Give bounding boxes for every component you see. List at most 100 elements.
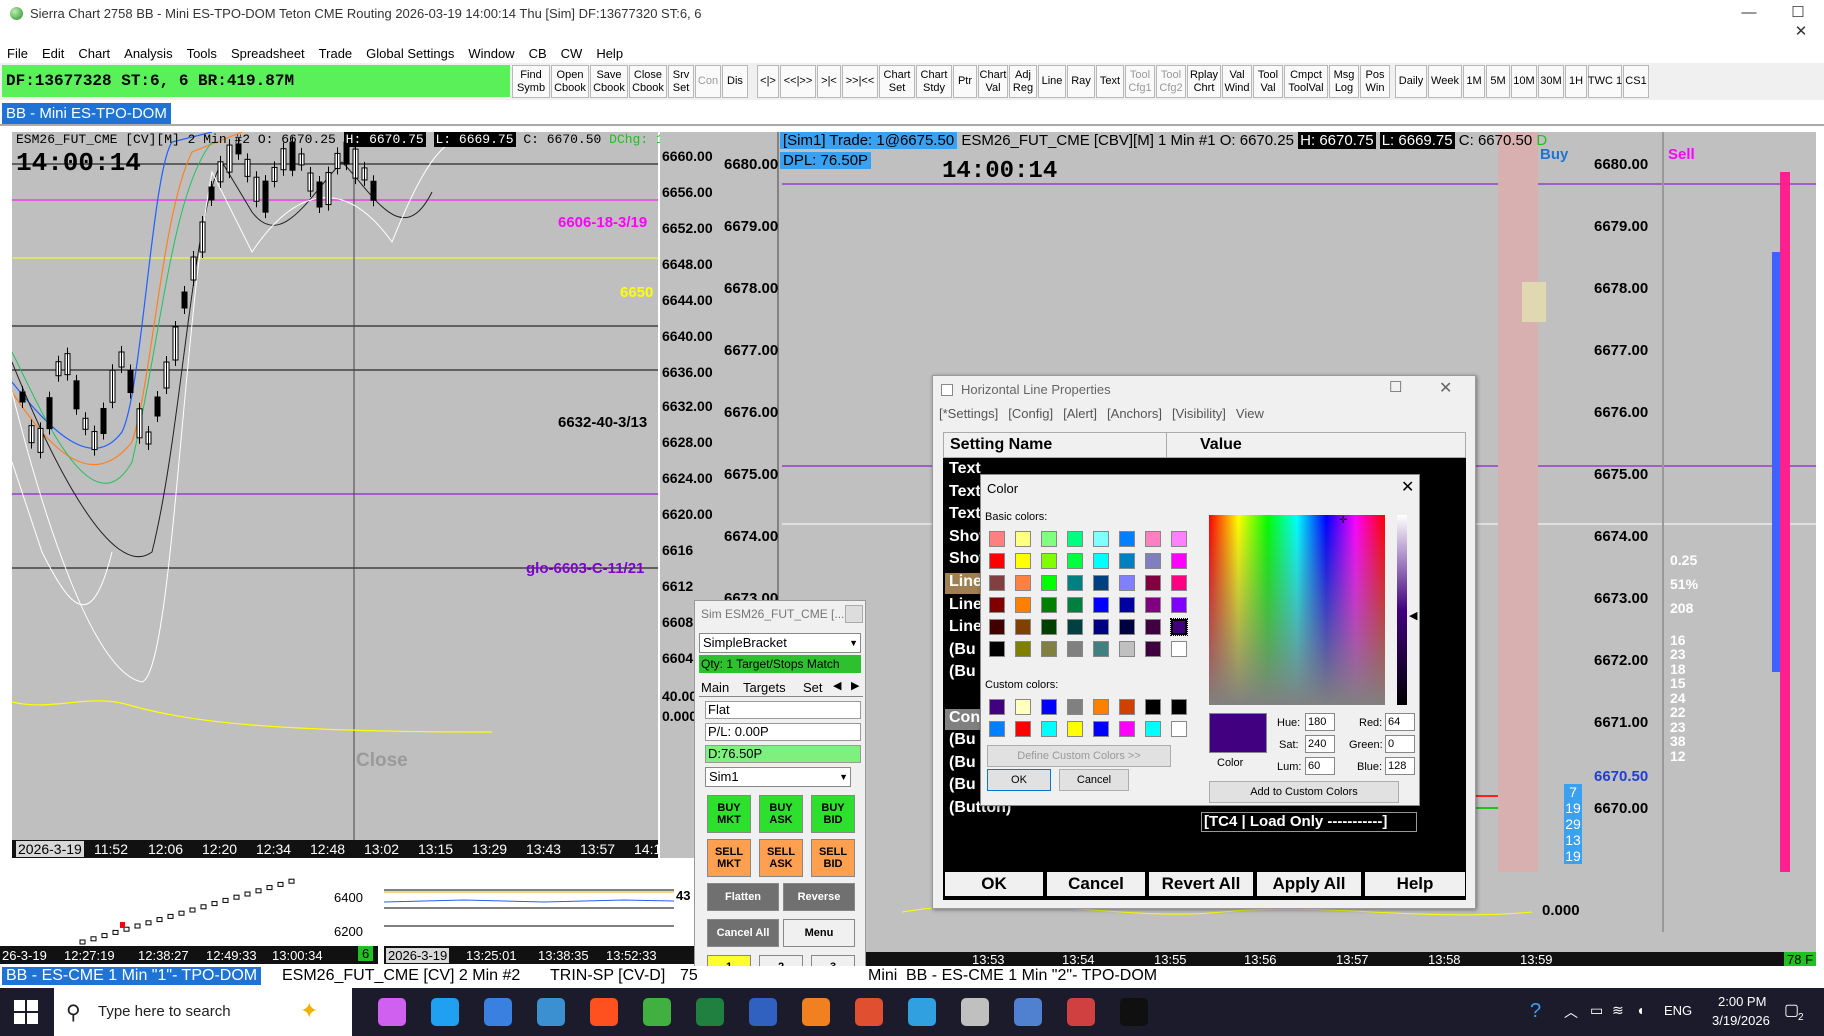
trade-window[interactable]: Sim ESM26_FUT_CME [... SimpleBracket ▼ Qt… xyxy=(694,600,866,966)
menu-button[interactable]: Menu xyxy=(783,919,855,947)
basic-color-swatch[interactable] xyxy=(1015,641,1031,657)
basic-color-swatch[interactable] xyxy=(1171,641,1187,657)
basic-color-swatch[interactable] xyxy=(989,597,1005,613)
basic-color-swatch[interactable] xyxy=(1093,641,1109,657)
buy-bid-button[interactable]: BUY BID xyxy=(811,795,855,833)
basic-color-swatch[interactable] xyxy=(1093,553,1109,569)
basic-color-swatch[interactable] xyxy=(1093,619,1109,635)
notepad-icon[interactable] xyxy=(749,998,777,1026)
toolbar-button[interactable]: Text xyxy=(1096,65,1124,98)
sat-input[interactable]: 240 xyxy=(1305,735,1335,753)
basic-color-swatch[interactable] xyxy=(1119,575,1135,591)
windows-start-icon[interactable] xyxy=(14,1000,38,1024)
toolbar-button[interactable]: Rplay Chrt xyxy=(1187,65,1221,98)
network-icon[interactable]: ▭ xyxy=(1590,1002,1603,1019)
calculator-icon[interactable] xyxy=(1014,998,1042,1026)
toolbar-button[interactable]: Val Wind xyxy=(1222,65,1252,98)
basic-color-swatch[interactable] xyxy=(1067,575,1083,591)
help-icon[interactable]: ? xyxy=(1530,1000,1541,1023)
dialog-tab[interactable]: [Alert] xyxy=(1063,406,1097,421)
tab-scroll-left-icon[interactable]: ◀ xyxy=(833,679,841,692)
basic-color-swatch[interactable] xyxy=(1170,618,1188,636)
dialog-maximize-icon[interactable]: ☐ xyxy=(1389,378,1402,396)
toolbar-button[interactable]: 1H xyxy=(1565,65,1587,98)
dialog-tab[interactable]: [Visibility] xyxy=(1172,406,1226,421)
toolbar-button[interactable]: Week xyxy=(1428,65,1462,98)
add-to-custom-colors-button[interactable]: Add to Custom Colors xyxy=(1209,781,1399,803)
custom-color-swatch[interactable] xyxy=(1093,721,1109,737)
custom-color-swatch[interactable] xyxy=(1171,699,1187,715)
tab-scroll-right-icon[interactable]: ▶ xyxy=(851,679,859,692)
toolbar-button[interactable]: Ray xyxy=(1067,65,1095,98)
left-price-chart[interactable]: ESM26_FUT_CME [CV][M] 2 Min #2 O: 6670.2… xyxy=(12,132,695,858)
chevron-up-icon[interactable]: ︿ xyxy=(1564,1002,1578,1022)
custom-color-swatch[interactable] xyxy=(1119,721,1135,737)
chart-tab[interactable]: Mini xyxy=(868,967,897,985)
search-box[interactable]: ⚲ Type here to search ✦ xyxy=(54,988,352,1036)
basic-color-swatch[interactable] xyxy=(1015,619,1031,635)
basic-color-swatch[interactable] xyxy=(1015,553,1031,569)
color-ok-button[interactable]: OK xyxy=(987,769,1051,791)
ok-button[interactable]: OK xyxy=(945,872,1043,896)
custom-color-swatch[interactable] xyxy=(989,721,1005,737)
toolbar-button[interactable]: Dis xyxy=(722,65,748,98)
blue-input[interactable]: 128 xyxy=(1385,757,1415,775)
menu-item-trade[interactable]: Trade xyxy=(312,44,359,63)
color-spectrum[interactable]: ✛ xyxy=(1209,515,1385,705)
tab-main[interactable]: Main xyxy=(701,680,729,695)
toolbar-button[interactable]: >>|<< xyxy=(842,65,878,98)
toolbar-button[interactable]: Ptr xyxy=(953,65,977,98)
basic-color-swatch[interactable] xyxy=(1067,641,1083,657)
basic-color-swatch[interactable] xyxy=(1093,531,1109,547)
basic-color-swatch[interactable] xyxy=(1145,575,1161,591)
basic-color-swatch[interactable] xyxy=(1171,597,1187,613)
dialog-tab[interactable]: [Anchors] xyxy=(1107,406,1162,421)
basic-color-swatch[interactable] xyxy=(1171,531,1187,547)
account-select[interactable]: Sim1 ▼ xyxy=(705,767,851,787)
basic-color-swatch[interactable] xyxy=(1067,553,1083,569)
toolbar-button[interactable]: Save Cbook xyxy=(590,65,628,98)
chart-tab[interactable]: TRIN-SP [CV-D] xyxy=(550,967,665,985)
dialog-tab[interactable]: [*Settings] xyxy=(939,406,998,421)
trading-app-icon[interactable] xyxy=(1067,998,1095,1026)
color-dialog-close-icon[interactable]: ✕ xyxy=(1401,477,1414,497)
basic-color-swatch[interactable] xyxy=(989,575,1005,591)
toolbar-button[interactable]: Srv Set xyxy=(668,65,694,98)
color-cancel-button[interactable]: Cancel xyxy=(1059,769,1129,791)
calculator-grid-icon[interactable] xyxy=(855,998,883,1026)
toolbar-button[interactable]: <|> xyxy=(757,65,779,98)
printer-icon[interactable] xyxy=(961,998,989,1026)
custom-color-swatch[interactable] xyxy=(1119,699,1135,715)
edge-icon[interactable] xyxy=(431,998,459,1026)
cancel-button[interactable]: Cancel xyxy=(1047,872,1145,896)
custom-color-swatch[interactable] xyxy=(1171,721,1187,737)
basic-color-swatch[interactable] xyxy=(989,619,1005,635)
clock-date[interactable]: 3/19/2026 xyxy=(1712,1013,1770,1028)
mini-chart-2[interactable]: 43 2026-3-19 13:25:01 13:38:35 13:52:33 xyxy=(383,868,694,966)
toolbar-button[interactable]: 1M xyxy=(1463,65,1485,98)
dialog-close-icon[interactable]: ✕ xyxy=(1439,378,1452,398)
remote-desktop-icon[interactable] xyxy=(537,998,565,1026)
chart-tab-active[interactable]: BB - ES-CME 1 Min "1"- TPO-DOM xyxy=(2,967,262,985)
last-row-value[interactable]: [TC4 | Load Only -----------] xyxy=(1201,812,1417,832)
language-indicator[interactable]: ENG xyxy=(1664,1003,1692,1018)
menu-item-analysis[interactable]: Analysis xyxy=(117,44,179,63)
toolbar-button[interactable]: CS1 xyxy=(1623,65,1649,98)
basic-color-swatch[interactable] xyxy=(1093,597,1109,613)
help-button[interactable]: Help xyxy=(1365,872,1465,896)
revert-all-button[interactable]: Revert All xyxy=(1149,872,1253,896)
quantity-1-button[interactable]: 1 xyxy=(707,955,751,966)
lum-input[interactable]: 60 xyxy=(1305,757,1335,775)
luminance-slider[interactable] xyxy=(1397,515,1407,705)
custom-color-swatch[interactable] xyxy=(1067,721,1083,737)
basic-color-swatch[interactable] xyxy=(1041,641,1057,657)
custom-color-swatch[interactable] xyxy=(1145,699,1161,715)
menu-item-tools[interactable]: Tools xyxy=(180,44,224,63)
minimize-button[interactable]: — xyxy=(1726,0,1772,26)
chart-tab[interactable]: ESM26_FUT_CME [CV] 2 Min #2 xyxy=(282,967,520,985)
bracket-select[interactable]: SimpleBracket ▼ xyxy=(699,633,861,653)
toolbar-button[interactable]: Adj Reg xyxy=(1009,65,1037,98)
basic-color-swatch[interactable] xyxy=(1145,531,1161,547)
basic-color-swatch[interactable] xyxy=(1041,597,1057,613)
dialog-tab[interactable]: [Config] xyxy=(1008,406,1053,421)
